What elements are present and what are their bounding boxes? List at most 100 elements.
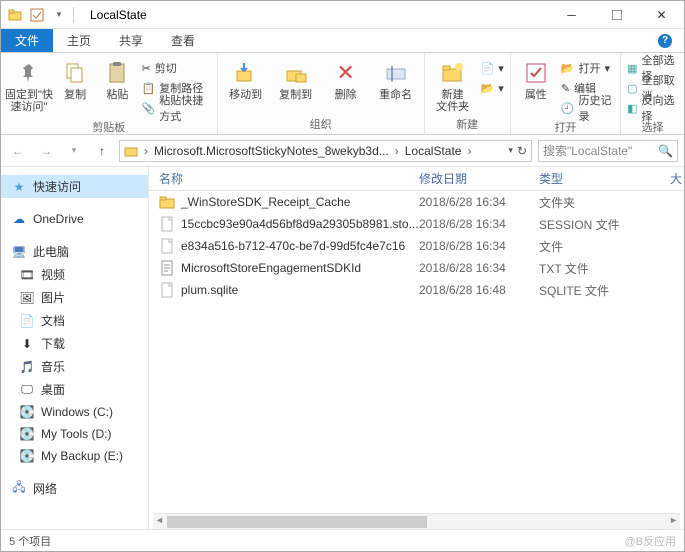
folder-icon [124, 144, 138, 158]
copyto-icon [282, 59, 310, 87]
tab-file[interactable]: 文件 [1, 29, 53, 52]
file-row[interactable]: 15ccbc93e90a4d56bf8d9a29305b8981.sto...2… [149, 213, 684, 235]
newitem-icon: 📄 [481, 62, 495, 75]
sidebar-drive-c[interactable]: 💽Windows (C:) [1, 401, 148, 423]
doc-icon: 📄 [19, 313, 35, 329]
h-scrollbar[interactable] [153, 513, 680, 529]
ribbon-tabs: 文件 主页 共享 查看 [1, 29, 684, 53]
back-button[interactable]: ← [7, 140, 29, 162]
file-row[interactable]: plum.sqlite2018/6/28 16:48SQLITE 文件 [149, 279, 684, 301]
properties-icon [522, 59, 550, 87]
search-input[interactable]: 搜索"LocalState" 🔍 [538, 140, 678, 162]
drive-icon: 💽 [19, 448, 35, 464]
tab-view[interactable]: 查看 [157, 29, 209, 52]
sidebar-quickaccess[interactable]: ★快速访问 [1, 175, 148, 198]
file-icon [159, 216, 175, 232]
sidebar-network[interactable]: 🖧网络 [1, 477, 148, 500]
col-size[interactable]: 大 [670, 170, 684, 187]
breadcrumb[interactable]: › Microsoft.MicrosoftStickyNotes_8wekyb3… [119, 140, 532, 162]
cloud-icon: ☁ [11, 211, 27, 227]
paste-shortcut-button[interactable]: 📎粘贴快捷方式 [142, 99, 211, 117]
select-invert-button[interactable]: ◧反向选择 [627, 99, 678, 117]
newfolder-icon [439, 59, 467, 87]
rename-button[interactable]: 重命名 [374, 57, 418, 101]
pin-button[interactable]: 固定到"快 速访问" [7, 57, 51, 113]
shortcut-icon: 📎 [142, 102, 156, 115]
col-date[interactable]: 修改日期 [419, 170, 539, 187]
history-button[interactable]: 🕘历史记录 [561, 99, 614, 117]
properties-button[interactable]: 属性 [517, 57, 555, 101]
easy-icon: 📂 [481, 82, 495, 95]
paste-button[interactable]: 粘贴 [99, 57, 135, 101]
sidebar-pictures[interactable]: 🖼图片 [1, 286, 148, 309]
folder-icon [159, 194, 175, 210]
music-icon: 🎵 [19, 359, 35, 375]
qat-item[interactable] [29, 7, 45, 23]
tab-home[interactable]: 主页 [53, 29, 105, 52]
statusbar: 5 个项目 @B反应用 [1, 529, 684, 551]
download-icon: ⬇ [19, 336, 35, 352]
moveto-icon [232, 59, 260, 87]
maximize-button[interactable] [594, 1, 639, 29]
tab-share[interactable]: 共享 [105, 29, 157, 52]
picture-icon: 🖼 [19, 290, 35, 306]
sidebar-documents[interactable]: 📄文档 [1, 309, 148, 332]
forward-button[interactable]: → [35, 140, 57, 162]
pc-icon: 🖥 [11, 244, 27, 260]
file-row[interactable]: e834a516-b712-470c-be7d-99d5fc4e7c162018… [149, 235, 684, 257]
file-icon [159, 282, 175, 298]
sidebar-drive-e[interactable]: 💽My Backup (E:) [1, 445, 148, 467]
paste-icon [103, 59, 131, 87]
folder-icon [7, 7, 23, 23]
search-icon: 🔍 [658, 144, 673, 158]
minimize-button[interactable]: ─ [549, 1, 594, 29]
window-title: LocalState [90, 8, 147, 22]
sidebar-onedrive[interactable]: ☁OneDrive [1, 208, 148, 230]
drive-icon: 💽 [19, 426, 35, 442]
open-button[interactable]: 📂打开▾ [561, 59, 614, 77]
copyto-button[interactable]: 复制到 [274, 57, 318, 101]
moveto-button[interactable]: 移动到 [224, 57, 268, 101]
sidebar-music[interactable]: 🎵音乐 [1, 355, 148, 378]
star-icon: ★ [11, 179, 27, 195]
easyaccess-button[interactable]: 📂▾ [481, 79, 504, 97]
help-button[interactable] [652, 29, 678, 52]
sidebar-downloads[interactable]: ⬇下载 [1, 332, 148, 355]
newfolder-button[interactable]: 新建 文件夹 [431, 57, 475, 113]
sidebar-drive-d[interactable]: 💽My Tools (D:) [1, 423, 148, 445]
txt-icon [159, 260, 175, 276]
pin-icon [15, 59, 43, 87]
file-icon [159, 238, 175, 254]
edit-icon: ✎ [561, 82, 570, 95]
open-icon: 📂 [561, 62, 575, 75]
newitem-button[interactable]: 📄▾ [481, 59, 504, 77]
titlebar: ▾ LocalState ─ ✕ [1, 1, 684, 29]
sidebar-thispc[interactable]: 🖥此电脑 [1, 240, 148, 263]
close-button[interactable]: ✕ [639, 1, 684, 29]
refresh-button[interactable]: ↻ [517, 144, 527, 158]
item-count: 5 个项目 [9, 533, 51, 549]
file-row[interactable]: _WinStoreSDK_Receipt_Cache2018/6/28 16:3… [149, 191, 684, 213]
col-name[interactable]: 名称 [149, 170, 419, 187]
file-row[interactable]: MicrosoftStoreEngagementSDKId2018/6/28 1… [149, 257, 684, 279]
selectinvert-icon: ◧ [627, 102, 637, 115]
qat-dropdown[interactable]: ▾ [51, 7, 67, 23]
up-button[interactable]: ↑ [91, 140, 113, 162]
scissors-icon: ✂ [142, 62, 151, 75]
history-icon: 🕘 [561, 102, 575, 115]
sidebar-videos[interactable]: 🎞视频 [1, 263, 148, 286]
watermark: @B反应用 [624, 533, 676, 549]
file-list[interactable]: _WinStoreSDK_Receipt_Cache2018/6/28 16:3… [149, 191, 684, 513]
drive-icon: 💽 [19, 404, 35, 420]
selectnone-icon: ▢ [627, 82, 637, 95]
copy-button[interactable]: 复制 [57, 57, 93, 101]
col-type[interactable]: 类型 [539, 170, 670, 187]
network-icon: 🖧 [11, 481, 27, 497]
dropdown-icon[interactable]: ▾ [508, 145, 513, 156]
recent-dropdown[interactable]: ▾ [63, 140, 85, 162]
delete-icon: ✕ [332, 59, 360, 87]
cut-button[interactable]: ✂剪切 [142, 59, 211, 77]
rename-icon [382, 59, 410, 87]
sidebar-desktop[interactable]: 🖵桌面 [1, 378, 148, 401]
delete-button[interactable]: ✕删除 [324, 57, 368, 101]
